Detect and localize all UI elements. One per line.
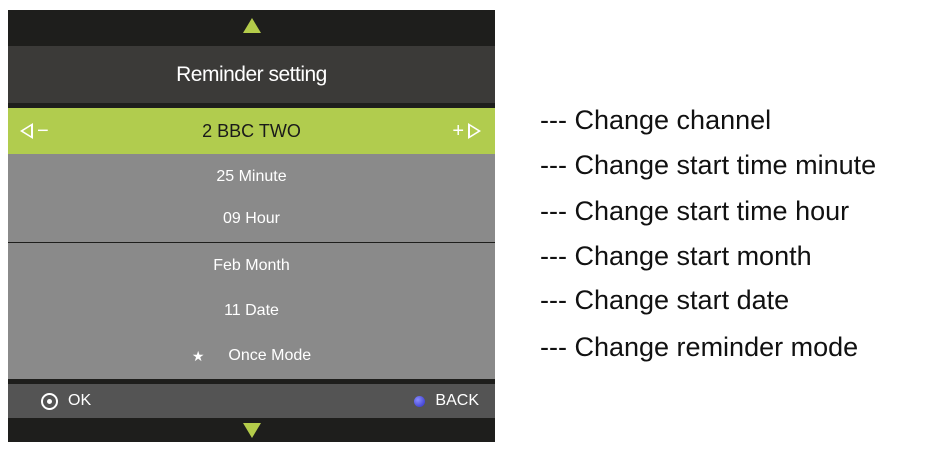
decrease-button[interactable]: − <box>20 108 49 154</box>
blue-dot-icon <box>414 395 426 407</box>
date-value: 11 Date <box>224 302 279 319</box>
annotation-change-channel: --- Change channel <box>540 105 772 135</box>
ok-button[interactable]: OK <box>41 384 91 418</box>
star-icon: ★ <box>191 347 205 364</box>
menu-footer: OK BACK <box>8 384 495 418</box>
ok-label: OK <box>68 392 92 409</box>
triangle-down-icon <box>242 422 261 438</box>
menu-title: Reminder setting <box>8 46 495 103</box>
back-label: BACK <box>435 392 479 409</box>
circle-dot-icon <box>41 392 58 410</box>
minus-icon: − <box>37 120 49 142</box>
minute-value: 25 Minute <box>216 168 287 185</box>
mode-value: Once Mode <box>228 347 312 364</box>
month-value: Feb Month <box>213 257 290 274</box>
menu-row-minute[interactable]: 25 Minute <box>8 154 495 200</box>
scroll-down-button[interactable] <box>8 418 495 442</box>
menu-row-month[interactable]: Feb Month <box>8 243 495 289</box>
back-button[interactable]: BACK <box>414 384 479 418</box>
scroll-up-button[interactable] <box>8 10 495 40</box>
annotation-change-hour: --- Change start time hour <box>540 196 850 226</box>
annotation-change-date: --- Change start date <box>540 285 790 315</box>
channel-value: 2 BBC TWO <box>202 120 301 141</box>
hour-value: 09 Hour <box>223 210 280 227</box>
triangle-left-icon <box>20 123 33 139</box>
increase-button[interactable]: + <box>452 108 481 154</box>
annotation-change-month: --- Change start month <box>540 241 812 271</box>
menu-row-hour[interactable]: 09 Hour <box>8 196 495 242</box>
menu-row-channel[interactable]: − 2 BBC TWO + <box>8 108 495 154</box>
triangle-up-icon <box>242 17 261 33</box>
plus-icon: + <box>452 120 464 142</box>
triangle-right-icon <box>468 123 481 139</box>
menu-row-date[interactable]: 11 Date <box>8 288 495 334</box>
reminder-setting-menu: Reminder setting − 2 BBC TWO + 25 Minute… <box>8 10 495 442</box>
annotation-change-mode: --- Change reminder mode <box>540 332 859 362</box>
annotation-change-minute: --- Change start time minute <box>540 150 877 180</box>
menu-row-mode[interactable]: ★ Once Mode <box>8 333 495 379</box>
